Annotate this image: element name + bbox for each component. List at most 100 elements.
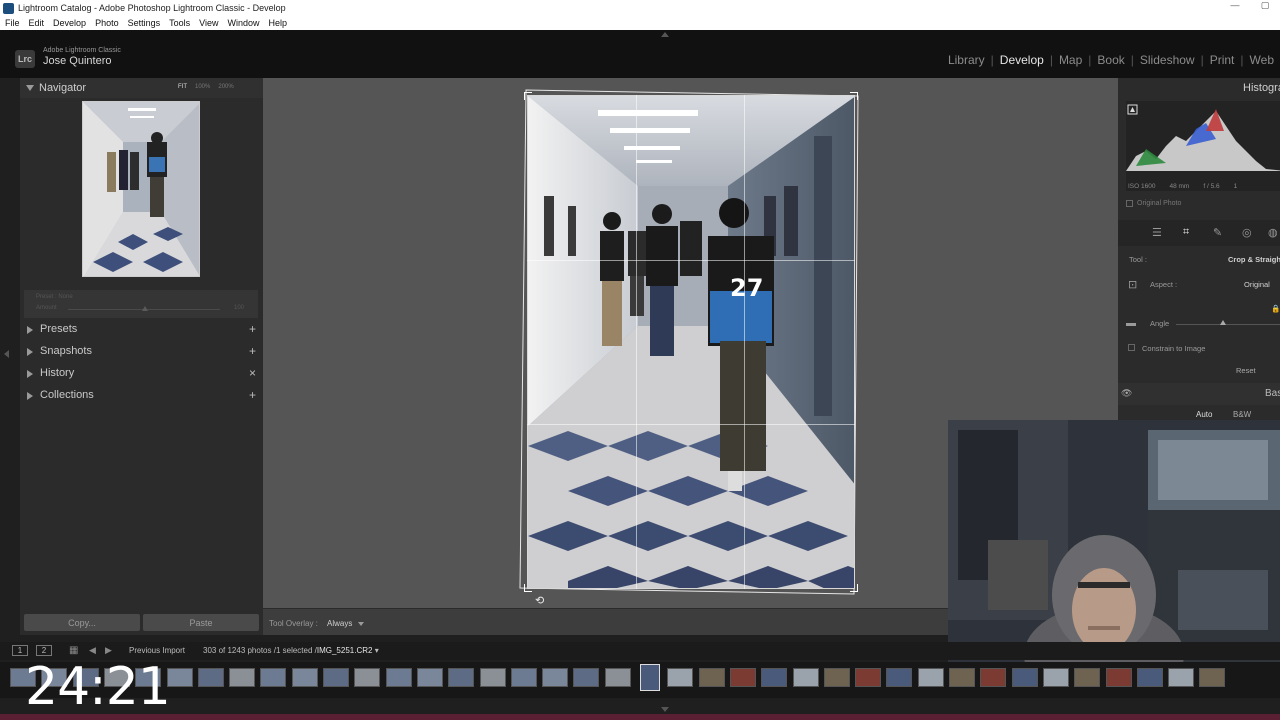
crop-handle-top-right[interactable] (850, 92, 858, 100)
filmstrip-thumb-selected[interactable] (640, 664, 660, 691)
filmstrip-thumb[interactable] (761, 668, 788, 687)
filmstrip-thumb[interactable] (385, 668, 412, 687)
filmstrip-thumb[interactable] (823, 668, 850, 687)
masking-icon[interactable]: ◍ (1268, 226, 1278, 239)
filmstrip-thumb[interactable] (698, 668, 725, 687)
filmstrip-source[interactable]: Previous Import (129, 646, 185, 655)
angle-slider-knob[interactable] (1220, 320, 1226, 325)
filmstrip-thumb[interactable] (667, 668, 694, 687)
back-arrow-icon[interactable]: ◀ (89, 645, 96, 656)
filmstrip-thumb[interactable] (573, 668, 600, 687)
filmstrip-thumb[interactable] (855, 668, 882, 687)
crop-handle-bottom-right[interactable] (850, 584, 858, 592)
top-panel-toggle-icon[interactable] (661, 32, 669, 37)
menu-help[interactable]: Help (269, 18, 288, 28)
filmstrip-thumb[interactable] (260, 668, 287, 687)
amount-slider-knob[interactable] (142, 306, 148, 311)
constrain-checkbox[interactable] (1128, 344, 1135, 353)
crop-tool-icon[interactable]: ⌗ (1183, 226, 1189, 239)
crop-reset-button[interactable]: Reset (1236, 366, 1256, 375)
filmstrip-thumb[interactable] (542, 668, 569, 687)
original-photo-toggle[interactable]: Original Photo (1126, 200, 1181, 207)
zoom-200[interactable]: 200% (218, 84, 233, 90)
bw-button[interactable]: B&W (1233, 410, 1251, 419)
menu-photo[interactable]: Photo (95, 18, 119, 28)
menu-view[interactable]: View (199, 18, 218, 28)
filmstrip-thumb[interactable] (949, 668, 975, 687)
filmstrip-thumb[interactable] (229, 668, 256, 687)
minimize-button[interactable]: — (1220, 0, 1250, 11)
histogram[interactable] (1126, 101, 1280, 191)
straighten-tool-icon[interactable]: ▬ (1126, 318, 1136, 329)
menu-edit[interactable]: Edit (29, 18, 45, 28)
add-preset-icon[interactable]: + (249, 322, 256, 336)
filmstrip-thumb[interactable] (1136, 668, 1163, 687)
filmstrip-thumb[interactable] (291, 668, 318, 687)
filmstrip-thumb[interactable] (510, 668, 537, 687)
section-snapshots[interactable]: Snapshots + (20, 342, 263, 362)
original-photo-checkbox[interactable] (1126, 200, 1133, 207)
aspect-dropdown[interactable]: Original (1244, 280, 1270, 289)
zoom-100[interactable]: 100% (195, 84, 210, 90)
filmstrip-thumb[interactable] (1042, 668, 1069, 687)
forward-arrow-icon[interactable]: ▶ (105, 645, 112, 656)
menu-tools[interactable]: Tools (169, 18, 190, 28)
filmstrip-thumb[interactable] (1168, 668, 1195, 687)
main-photo[interactable]: 27 (527, 95, 855, 589)
copy-button[interactable]: Copy... (24, 614, 140, 631)
auto-tone-button[interactable]: Auto (1196, 410, 1212, 419)
navigator-preview[interactable] (82, 101, 200, 277)
menu-develop[interactable]: Develop (53, 18, 86, 28)
filmstrip-thumb[interactable] (197, 668, 224, 687)
bottom-panel-toggle-icon[interactable] (661, 707, 669, 712)
filmstrip-thumb[interactable] (980, 668, 1007, 687)
filmstrip-thumb[interactable] (1074, 668, 1101, 687)
clear-history-icon[interactable]: × (249, 366, 256, 380)
menu-settings[interactable]: Settings (128, 18, 161, 28)
module-slideshow[interactable]: Slideshow (1134, 53, 1201, 67)
main-screen-button[interactable]: 1 (12, 645, 28, 656)
add-collection-icon[interactable]: + (249, 388, 256, 402)
zoom-fit[interactable]: FIT (178, 84, 187, 90)
module-map[interactable]: Map (1053, 53, 1088, 67)
filmstrip-thumb[interactable] (792, 668, 819, 687)
filmstrip-thumb[interactable] (1105, 668, 1132, 687)
add-snapshot-icon[interactable]: + (249, 344, 256, 358)
section-presets[interactable]: Presets + (20, 320, 263, 340)
filmstrip-thumb[interactable] (604, 668, 631, 687)
filmstrip-thumb[interactable] (166, 668, 193, 687)
filmstrip-thumb[interactable] (917, 668, 944, 687)
left-panel-toggle-icon[interactable] (4, 350, 9, 358)
section-history[interactable]: History × (20, 364, 263, 384)
module-book[interactable]: Book (1091, 53, 1130, 67)
visibility-eye-icon[interactable]: 👁 (1121, 388, 1132, 399)
healing-icon[interactable]: ✎ (1213, 226, 1222, 239)
edit-sliders-icon[interactable]: ☰ (1152, 226, 1162, 239)
red-eye-icon[interactable]: ◎ (1242, 226, 1252, 239)
menu-file[interactable]: File (5, 18, 20, 28)
maximize-button[interactable]: ▢ (1250, 0, 1280, 11)
aspect-crop-icon[interactable]: ⊡ (1128, 278, 1137, 291)
filmstrip-thumb[interactable] (1011, 668, 1038, 687)
filmstrip-thumb[interactable] (448, 668, 475, 687)
paste-button[interactable]: Paste (143, 614, 259, 631)
menu-window[interactable]: Window (228, 18, 260, 28)
filmstrip-thumb[interactable] (416, 668, 443, 687)
crop-handle-top-left[interactable] (524, 92, 532, 100)
filmstrip-thumb[interactable] (1199, 668, 1226, 687)
angle-slider[interactable] (1176, 324, 1280, 325)
section-collections[interactable]: Collections + (20, 386, 263, 406)
crop-handle-bottom-left[interactable] (524, 584, 532, 592)
filmstrip-thumb[interactable] (354, 668, 381, 687)
module-develop[interactable]: Develop (994, 53, 1050, 67)
filmstrip-thumb[interactable] (323, 668, 349, 687)
second-screen-button[interactable]: 2 (36, 645, 52, 656)
filmstrip-thumb[interactable] (729, 668, 756, 687)
filmstrip-thumb[interactable] (479, 668, 506, 687)
filmstrip-thumb[interactable] (886, 668, 913, 687)
grid-view-icon[interactable]: ▦ (69, 645, 78, 656)
basic-panel-header[interactable] (1118, 383, 1280, 405)
aspect-lock-icon[interactable]: 🔒 (1271, 304, 1280, 313)
module-print[interactable]: Print (1204, 53, 1241, 67)
module-web[interactable]: Web (1244, 53, 1280, 67)
